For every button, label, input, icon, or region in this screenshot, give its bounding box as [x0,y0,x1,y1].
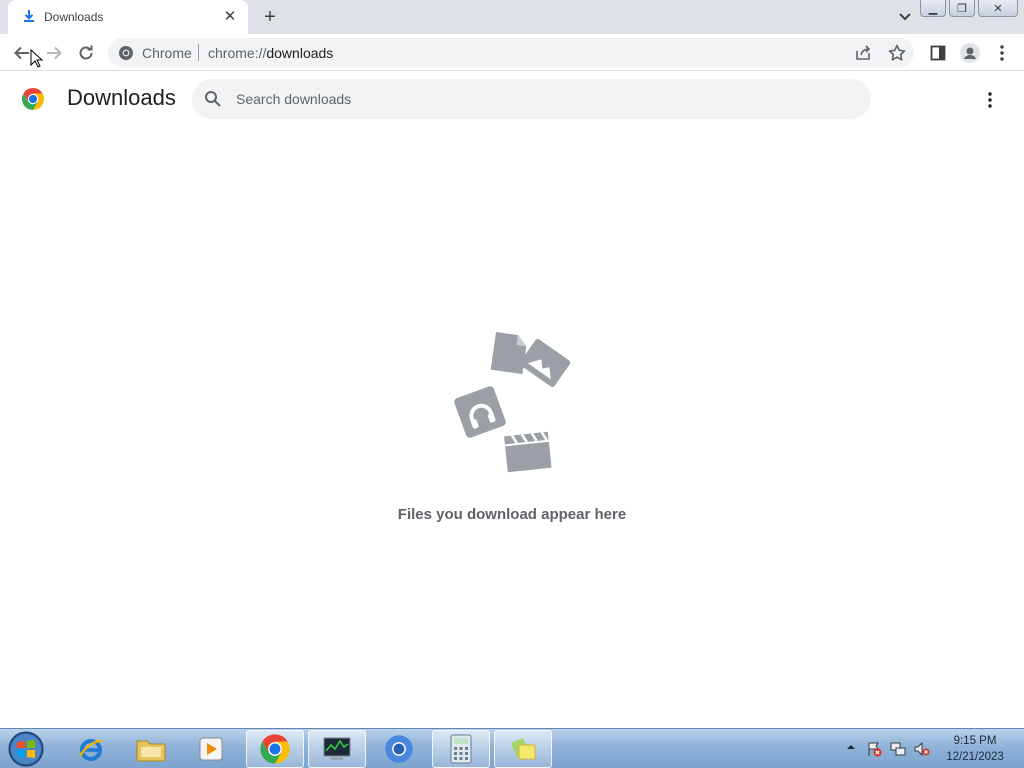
tab-title: Downloads [44,10,104,24]
more-vert-icon [988,92,992,108]
search-input[interactable] [236,88,836,110]
volume-muted-icon[interactable] [914,741,930,757]
audio-icon [454,386,506,438]
internet-explorer-icon [78,739,103,761]
windows-start-orb-icon [8,731,44,767]
close-window-button[interactable]: ✕ [978,0,1018,17]
chromium-icon [385,735,413,763]
browser-menu-button[interactable] [990,41,1014,65]
url-scheme: chrome:// [208,45,267,61]
url-text: chrome://downloads [208,45,333,61]
clock-date: 12/21/2023 [946,751,1004,763]
side-panel-icon [930,45,946,61]
forward-button[interactable] [42,41,66,65]
reload-icon [79,45,93,60]
restore-button[interactable]: ❐ [949,0,975,17]
omnibox-divider [198,44,199,61]
page-title: Downloads [67,85,176,110]
action-center-flag-icon[interactable] [866,741,882,757]
downloads-header: Downloads [0,72,1024,128]
file-explorer-folder-icon [136,740,166,762]
empty-downloads-illustration [454,332,571,473]
taskbar-task-manager[interactable] [308,730,366,768]
downloads-more-menu-button[interactable] [978,88,1002,112]
tab-close-icon[interactable]: ✕ [222,8,238,25]
media-player-icon [199,737,223,761]
tab-downloads[interactable]: Downloads ✕ [8,0,248,34]
image-icon [519,339,571,387]
show-hidden-icons-arrow-icon[interactable] [846,742,856,752]
more-vert-icon [1000,45,1004,61]
taskbar-chromium[interactable] [370,730,428,768]
profile-avatar-icon [960,43,980,63]
sticky-notes-icon [511,738,536,760]
share-icon[interactable] [854,44,872,62]
calculator-icon [450,734,472,764]
taskbar-clock[interactable]: 9:15 PM 12/21/2023 [938,733,1012,765]
network-icon[interactable] [890,741,906,757]
mouse-cursor-icon [30,49,44,68]
search-downloads-box[interactable] [192,79,871,119]
new-tab-button[interactable]: + [259,6,281,28]
video-clapper-icon [504,431,552,473]
chrome-logo-icon [21,88,45,110]
profile-button[interactable] [958,41,982,65]
tab-strip: Downloads ✕ + ▁ ❐ ✕ [0,0,1024,34]
browser-toolbar: Chrome chrome://downloads [0,34,1024,71]
taskbar-media-player[interactable] [182,730,240,768]
site-name: Chrome [142,45,192,61]
omnibox[interactable]: Chrome chrome://downloads [108,38,914,67]
taskbar-sticky-notes[interactable] [494,730,552,768]
side-panel-button[interactable] [926,41,950,65]
chrome-icon [260,734,290,764]
download-icon [24,10,34,22]
taskbar-calculator[interactable] [432,730,490,768]
url-host: downloads [266,45,334,61]
tab-search-chevron-icon[interactable] [895,8,915,26]
chrome-site-icon [119,46,133,60]
system-tray: 9:15 PM 12/21/2023 [842,729,1024,768]
arrow-left-icon [14,46,29,60]
clock-time: 9:15 PM [953,735,997,747]
bookmark-star-icon[interactable] [887,43,907,63]
window-controls: ▁ ❐ ✕ [917,0,1018,18]
task-manager-icon [323,737,351,760]
start-button[interactable] [6,730,46,768]
windows-taskbar: 9:15 PM 12/21/2023 [0,728,1024,768]
document-icon [490,332,527,375]
arrow-right-icon [47,46,62,60]
minimize-button[interactable]: ▁ [920,0,946,17]
empty-state-message: Files you download appear here [397,506,627,523]
taskbar-chrome[interactable] [246,730,304,768]
reload-button[interactable] [74,41,98,65]
search-icon [205,91,221,107]
taskbar-internet-explorer[interactable] [62,730,120,768]
taskbar-file-explorer[interactable] [122,730,180,768]
